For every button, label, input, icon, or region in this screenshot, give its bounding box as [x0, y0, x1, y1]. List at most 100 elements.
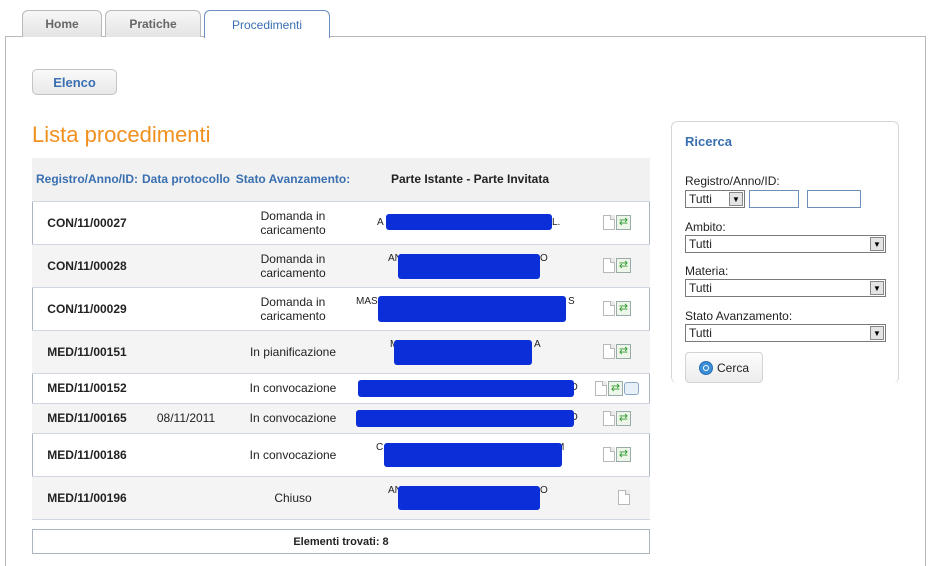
refresh-icon[interactable]: ⇄ — [616, 410, 631, 426]
cell-registro[interactable]: CON/11/00029 — [32, 287, 142, 331]
parte-text-right: S — [568, 295, 575, 307]
cell-parti: O — [356, 403, 584, 434]
parte-text-left: A — [377, 216, 384, 228]
redaction-box — [386, 213, 552, 230]
redaction-box — [358, 379, 574, 397]
cell-actions: ⇄ — [584, 433, 650, 477]
refresh-icon[interactable]: ⇄ — [616, 344, 631, 359]
chevron-down-icon: ▼ — [870, 237, 884, 251]
stato-label: Stato Avanzamento: — [685, 309, 793, 323]
cell-actions: ⇄ — [584, 373, 650, 404]
cell-data — [142, 201, 230, 245]
redaction-box — [394, 339, 532, 365]
cerca-label: Cerca — [716, 360, 749, 375]
refresh-icon[interactable]: ⇄ — [616, 258, 631, 273]
registro-select[interactable]: Tutti ▼ — [685, 190, 745, 208]
cell-data — [142, 373, 230, 404]
cell-registro[interactable]: CON/11/00027 — [32, 201, 142, 245]
message-icon[interactable] — [624, 381, 639, 395]
cell-actions: ⇄ — [584, 244, 650, 288]
chevron-down-icon: ▼ — [870, 326, 884, 340]
cerca-button[interactable]: Cerca — [685, 352, 763, 383]
results-count: Elementi trovati: 8 — [32, 529, 650, 554]
parte-text-left: C — [376, 441, 384, 453]
parte-text-right: A — [534, 338, 541, 350]
tab-bar: Home Pratiche Procedimenti — [22, 10, 330, 38]
parte-text-right: L. — [552, 216, 561, 228]
cell-parti: AN O — [356, 476, 584, 520]
table-header: Registro/Anno/ID: Data protocollo Stato … — [32, 158, 650, 202]
header-parti: Parte Istante - Parte Invitata — [356, 158, 584, 202]
refresh-icon[interactable]: ⇄ — [608, 380, 623, 396]
tab-procedimenti[interactable]: Procedimenti — [204, 10, 330, 38]
cell-parti: C M — [356, 433, 584, 477]
header-actions — [584, 158, 650, 202]
cell-registro[interactable]: MED/11/00196 — [32, 476, 142, 520]
cell-registro[interactable]: MED/11/00151 — [32, 330, 142, 374]
header-stato[interactable]: Stato Avanzamento: — [230, 158, 356, 202]
document-icon[interactable] — [603, 301, 615, 316]
cell-registro[interactable]: MED/11/00165 — [32, 403, 142, 434]
redaction-box — [378, 295, 566, 322]
cell-data — [142, 476, 230, 520]
parte-text-right: O — [540, 252, 548, 264]
anno-input[interactable] — [749, 190, 799, 208]
tab-home[interactable]: Home — [22, 10, 102, 37]
refresh-icon[interactable]: ⇄ — [616, 215, 631, 230]
materia-select[interactable]: Tutti ▼ — [685, 279, 886, 297]
cell-stato: Domanda in caricamento — [230, 244, 356, 288]
cell-stato: Chiuso — [230, 476, 356, 520]
cell-stato: In convocazione — [230, 433, 356, 477]
document-icon[interactable] — [603, 344, 615, 359]
table-row: MED/11/00151 In pianificazione M A ⇄ — [32, 330, 650, 374]
header-registro[interactable]: Registro/Anno/ID: — [32, 158, 142, 202]
materia-select-value: Tutti — [689, 281, 712, 295]
table-row: CON/11/00027 Domanda in caricamento A L.… — [32, 201, 650, 245]
ambito-label: Ambito: — [685, 220, 726, 234]
parte-text-right: O — [540, 484, 548, 496]
document-icon[interactable] — [603, 410, 615, 426]
cell-registro[interactable]: MED/11/00152 — [32, 373, 142, 404]
cell-stato: In convocazione — [230, 373, 356, 404]
cell-registro[interactable]: MED/11/00186 — [32, 433, 142, 477]
document-icon[interactable] — [603, 447, 615, 462]
cell-data: 08/11/2011 — [142, 403, 230, 434]
refresh-icon[interactable]: ⇄ — [616, 447, 631, 462]
id-input[interactable] — [807, 190, 861, 208]
cell-stato: Domanda in caricamento — [230, 287, 356, 331]
parte-text-left: MAS — [356, 295, 378, 307]
cell-stato: In pianificazione — [230, 330, 356, 374]
header-data-protocollo[interactable]: Data protocollo — [142, 158, 230, 202]
document-icon[interactable] — [595, 380, 607, 396]
search-title: Ricerca — [685, 134, 732, 149]
cell-parti: M A — [356, 330, 584, 374]
elenco-button[interactable]: Elenco — [32, 69, 117, 95]
redaction-box — [356, 409, 574, 427]
redaction-box — [398, 253, 540, 279]
page-title: Lista procedimenti — [32, 122, 211, 147]
redaction-box — [398, 485, 540, 510]
tab-pratiche[interactable]: Pratiche — [105, 10, 201, 37]
document-icon[interactable] — [603, 258, 615, 273]
cell-actions: ⇄ — [584, 201, 650, 245]
ambito-select[interactable]: Tutti ▼ — [685, 235, 886, 253]
redaction-box — [384, 442, 562, 467]
refresh-icon[interactable]: ⇄ — [616, 301, 631, 316]
stato-select-value: Tutti — [689, 326, 712, 340]
search-panel: Ricerca Registro/Anno/ID: Tutti ▼ Ambito… — [671, 121, 899, 383]
stato-select[interactable]: Tutti ▼ — [685, 324, 886, 342]
document-icon[interactable] — [618, 490, 630, 505]
table-row: CON/11/00029 Domanda in caricamento MAS … — [32, 287, 650, 331]
cell-parti: A L. — [356, 201, 584, 245]
cell-registro[interactable]: CON/11/00028 — [32, 244, 142, 288]
search-icon — [698, 360, 713, 375]
cell-data — [142, 330, 230, 374]
materia-label: Materia: — [685, 264, 729, 278]
chevron-down-icon: ▼ — [870, 281, 884, 295]
cell-actions: ⇄ — [584, 403, 650, 434]
table-row: MED/11/00152 In convocazione O ⇄ — [32, 373, 650, 404]
cell-actions: ⇄ — [584, 287, 650, 331]
ambito-select-value: Tutti — [689, 237, 712, 251]
cell-data — [142, 433, 230, 477]
document-icon[interactable] — [603, 215, 615, 230]
